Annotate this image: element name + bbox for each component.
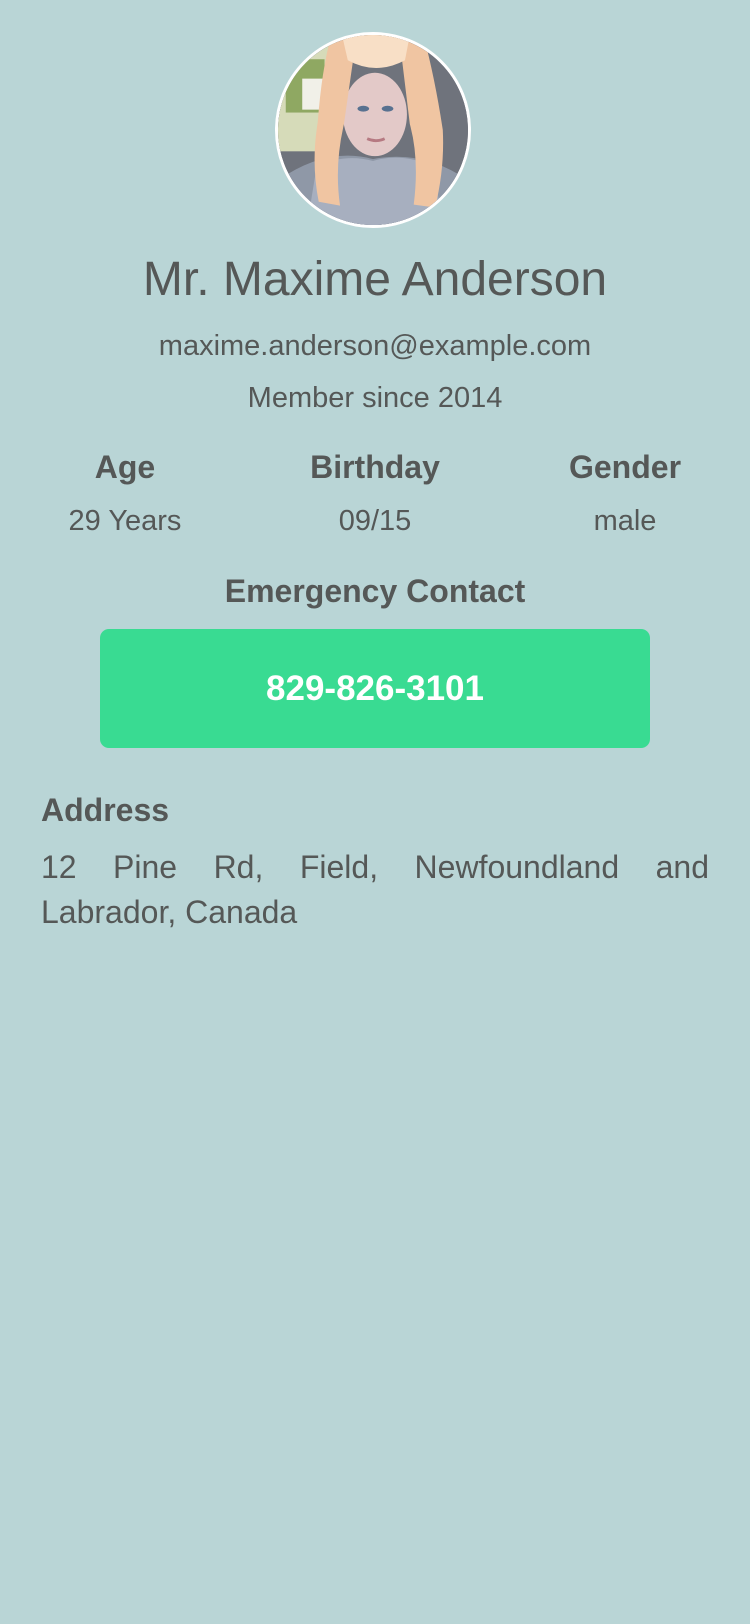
age-stat: Age 29 Years: [25, 447, 225, 541]
gender-value: male: [593, 505, 657, 537]
member-since: Member since 2014: [247, 382, 503, 414]
gender-label: Gender: [568, 449, 682, 485]
address-text: 12 Pine Rd, Field, Newfoundland and Labr…: [41, 849, 709, 930]
address-title: Address: [41, 792, 170, 828]
age-value: 29 Years: [68, 505, 182, 537]
profile-screen: Mr. Maxime Anderson maxime.anderson@exam…: [0, 0, 750, 1624]
emergency-phone-button[interactable]: 829-826-3101: [100, 629, 650, 748]
profile-photo-icon: [278, 35, 468, 225]
profile-name: Mr. Maxime Anderson: [142, 253, 608, 306]
birthday-stat: Birthday 09/15: [275, 447, 475, 541]
avatar: [275, 32, 471, 228]
birthday-label: Birthday: [310, 449, 440, 485]
birthday-value: 09/15: [338, 505, 412, 537]
age-label: Age: [94, 449, 156, 485]
profile-email: maxime.anderson@example.com: [158, 330, 592, 362]
gender-stat: Gender male: [525, 447, 725, 541]
emergency-contact-title: Emergency Contact: [224, 573, 526, 609]
